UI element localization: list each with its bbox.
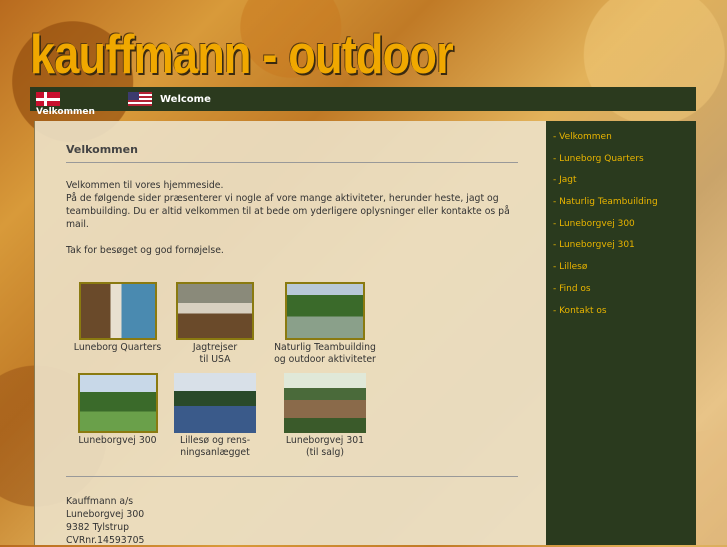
- sidebar-item-find-os[interactable]: - Find os: [553, 283, 658, 305]
- thumb-caption[interactable]: Lillesø og rens-: [165, 435, 265, 447]
- thumb-jagtrejser[interactable]: Jagtrejser til USA: [165, 282, 265, 366]
- sidebar-item-jagt[interactable]: - Jagt: [553, 174, 658, 196]
- address-line: 9382 Tylstrup: [66, 522, 130, 533]
- intro-paragraph-2: På de følgende sider præsenterer vi nogl…: [66, 193, 510, 230]
- thumb-caption-2[interactable]: (til salg): [265, 447, 385, 459]
- horse-photo[interactable]: [78, 282, 157, 340]
- language-bar: Welcome: [30, 87, 696, 111]
- address-line: CVRnr.14593705: [66, 535, 145, 546]
- sidebar-item-luneborgvej-300[interactable]: - Luneborgvej 300: [553, 218, 658, 240]
- thumb-luneborg-quarters[interactable]: Luneborg Quarters: [70, 282, 165, 354]
- divider: [66, 476, 518, 477]
- thumb-caption[interactable]: Luneborgvej 300: [70, 435, 165, 447]
- sidebar-nav: - Velkommen - Luneborg Quarters - Jagt -…: [546, 121, 696, 545]
- denmark-flag-icon[interactable]: [36, 92, 60, 106]
- thumb-lilleso[interactable]: Lillesø og rens- ningsanlægget: [165, 373, 265, 459]
- sidebar-item-teambuilding[interactable]: - Naturlig Teambuilding: [553, 196, 658, 218]
- thumb-luneborgvej-301[interactable]: Luneborgvej 301 (til salg): [265, 373, 385, 459]
- intro-paragraph-1: Velkommen til vores hjemmeside.: [66, 180, 224, 191]
- sidebar-item-luneborgvej-301[interactable]: - Luneborgvej 301: [553, 239, 658, 261]
- lake-photo[interactable]: [174, 373, 256, 433]
- thumb-caption[interactable]: Naturlig Teambuilding: [265, 342, 385, 354]
- thumb-caption[interactable]: Jagtrejser: [165, 342, 265, 354]
- usa-flag-icon[interactable]: [128, 92, 152, 106]
- sidebar-item-luneborg-quarters[interactable]: - Luneborg Quarters: [553, 153, 658, 175]
- house-300-photo[interactable]: [77, 373, 158, 433]
- address-line: Luneborgvej 300: [66, 509, 145, 520]
- house-301-photo[interactable]: [284, 373, 366, 433]
- thumb-luneborgvej-300[interactable]: Luneborgvej 300: [70, 373, 165, 447]
- address-line: Kauffmann a/s: [66, 496, 134, 507]
- language-danish[interactable]: [36, 92, 60, 106]
- intro-paragraph-3: Tak for besøget og god fornøjelse.: [66, 245, 224, 256]
- main-content: Velkommen Velkommen til vores hjemmeside…: [34, 121, 546, 547]
- thumb-caption[interactable]: Luneborgvej 301: [265, 435, 385, 447]
- thumb-caption-2[interactable]: til USA: [165, 354, 265, 366]
- divider: [66, 162, 518, 163]
- language-english[interactable]: Welcome: [128, 92, 211, 106]
- page-title: Velkommen: [66, 143, 138, 156]
- language-label-danish[interactable]: Velkommen: [36, 107, 95, 117]
- site-logo[interactable]: kauffmann - outdoor: [30, 22, 454, 86]
- intro-text: Velkommen til vores hjemmeside. På de fø…: [66, 179, 526, 257]
- bear-hunt-photo[interactable]: [176, 282, 254, 340]
- company-address: Kauffmann a/s Luneborgvej 300 9382 Tylst…: [66, 495, 144, 547]
- sidebar-item-velkommen[interactable]: - Velkommen: [553, 131, 658, 153]
- thumb-teambuilding[interactable]: Naturlig Teambuilding og outdoor aktivit…: [265, 282, 385, 366]
- sidebar-item-kontakt-os[interactable]: - Kontakt os: [553, 305, 658, 327]
- thumb-caption[interactable]: Luneborg Quarters: [70, 342, 165, 354]
- thumb-caption-2[interactable]: og outdoor aktiviteter: [265, 354, 385, 366]
- sidebar-item-lilleso[interactable]: - Lillesø: [553, 261, 658, 283]
- thumb-caption-2[interactable]: ningsanlægget: [165, 447, 265, 459]
- language-label-english[interactable]: Welcome: [160, 94, 211, 105]
- teambuilding-photo[interactable]: [285, 282, 365, 340]
